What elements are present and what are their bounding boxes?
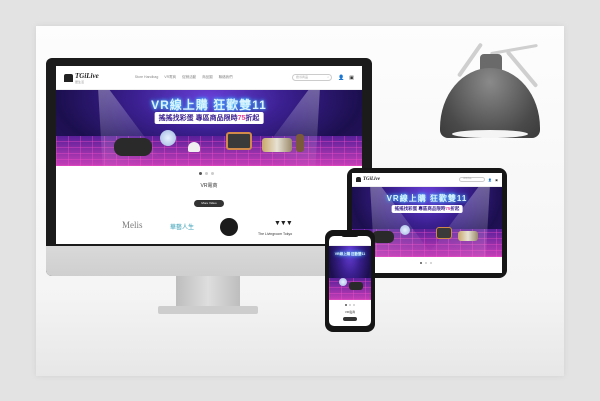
pagination-dot[interactable] bbox=[199, 172, 202, 175]
phone-nav-bar bbox=[329, 236, 371, 246]
phone-more-button[interactable] bbox=[343, 317, 357, 321]
phone-notch bbox=[341, 233, 359, 237]
tablet-banner-subtitle: 搖搖找彩蛋 專區商品限時75折起 bbox=[391, 205, 463, 213]
desk-surface bbox=[36, 300, 564, 376]
product-rice-ball bbox=[188, 142, 200, 152]
menu-item-handbag[interactable]: Store Handbag bbox=[135, 75, 159, 80]
menu-item-contact[interactable]: 聯絡我們 bbox=[219, 75, 233, 80]
section-title: VR電商 bbox=[200, 183, 218, 189]
search-icon[interactable]: ⌕ bbox=[327, 75, 329, 80]
mockup-scene: TGiLive 居生活 Store Handbag VR電商 促銷活動 商品圖 … bbox=[0, 0, 600, 401]
phone-banner-title: VR線上購 狂歡雙11 bbox=[334, 252, 366, 256]
banner-subtitle-text: 搖搖找彩蛋 專區商品限時 bbox=[394, 206, 446, 211]
search-placeholder: 搜尋商品 bbox=[463, 178, 472, 180]
product-duffel-bag bbox=[372, 231, 394, 243]
pagination-dot[interactable] bbox=[205, 172, 208, 175]
more-video-button[interactable]: More Video bbox=[194, 200, 224, 207]
site-nav-bar: TGiLive 居生活 Store Handbag VR電商 促銷活動 商品圖 … bbox=[56, 66, 362, 90]
product-cups bbox=[262, 138, 292, 152]
menu-item-products[interactable]: 商品圖 bbox=[202, 75, 213, 80]
product-bottle bbox=[296, 134, 304, 152]
hero-banner[interactable]: VR線上購 狂歡雙11 搖搖找彩蛋 專區商品限時75折起 bbox=[56, 90, 362, 166]
product-tablet-stand bbox=[226, 132, 252, 150]
product-globe-lamp bbox=[339, 278, 347, 286]
product-cups bbox=[458, 231, 478, 241]
desktop-website-screen: TGiLive 居生活 Store Handbag VR電商 促銷活動 商品圖 … bbox=[56, 66, 362, 244]
brand-logo-huayi[interactable]: 華藝人生 bbox=[170, 222, 194, 231]
pagination-dot[interactable] bbox=[425, 262, 427, 264]
banner-discount: 75 bbox=[237, 115, 246, 122]
brand-logo-circle[interactable] bbox=[220, 218, 238, 236]
pagination-dot[interactable] bbox=[349, 304, 351, 306]
banner-subtitle-text: 搖搖找彩蛋 專區商品限時 bbox=[158, 115, 238, 122]
banner-subtitle-end: 折起 bbox=[245, 115, 260, 122]
product-globe-lamp bbox=[160, 130, 176, 146]
tablet-search-input[interactable]: 搜尋商品 bbox=[459, 177, 486, 182]
product-globe-lamp bbox=[400, 225, 410, 235]
phone-hero-banner[interactable]: VR線上購 狂歡雙11 bbox=[329, 246, 371, 300]
phone-banner-pagination bbox=[345, 304, 355, 306]
site-logo[interactable]: TGiLive 居生活 bbox=[64, 72, 99, 84]
tablet-logo-text: TGiLive bbox=[363, 177, 380, 182]
pagination-dot[interactable] bbox=[420, 262, 422, 264]
tablet-nav-icons: 👤 ▣ bbox=[488, 178, 498, 182]
pagination-dot[interactable] bbox=[211, 172, 214, 175]
menu-item-vr[interactable]: VR電商 bbox=[164, 75, 176, 80]
pagination-dot[interactable] bbox=[345, 304, 347, 306]
banner-title: VR線上購 狂歡雙11 bbox=[151, 98, 267, 112]
nav-icons: 👤 ▣ bbox=[338, 75, 354, 81]
banner-subtitle-end: 折起 bbox=[450, 206, 460, 211]
product-tablet-stand bbox=[436, 227, 452, 239]
search-placeholder: 搜尋商品 bbox=[296, 75, 309, 79]
pagination-dot[interactable] bbox=[353, 304, 355, 306]
lamp-bulb bbox=[452, 130, 528, 138]
user-icon[interactable]: 👤 bbox=[488, 178, 492, 182]
logo-house-icon bbox=[64, 73, 73, 82]
product-duffel-bag bbox=[349, 282, 363, 290]
menu-item-promo[interactable]: 促銷活動 bbox=[182, 75, 196, 80]
tablet-banner-pagination bbox=[420, 262, 432, 264]
brand-logo-livingroom[interactable]: The Livingroom Tokyo bbox=[258, 232, 292, 236]
tablet-nav-bar: TGiLive 搜尋商品 👤 ▣ bbox=[352, 173, 502, 187]
logo-house-icon bbox=[356, 177, 361, 182]
banner-subtitle: 搖搖找彩蛋 專區商品限時75折起 bbox=[154, 112, 264, 124]
brand-logo-triangles: ▼▼▼ bbox=[274, 220, 293, 227]
tablet-logo[interactable]: TGiLive bbox=[356, 177, 380, 182]
logo-text: TGiLive bbox=[75, 71, 99, 80]
pagination-dot[interactable] bbox=[430, 262, 432, 264]
main-menu: Store Handbag VR電商 促銷活動 商品圖 聯絡我們 bbox=[135, 75, 233, 80]
user-icon[interactable]: 👤 bbox=[338, 75, 344, 81]
brand-logo-melis[interactable]: Melis bbox=[122, 220, 143, 230]
logo-subtext: 居生活 bbox=[75, 79, 85, 84]
product-duffel-bag bbox=[114, 138, 152, 156]
phone-section-title: VR電商 bbox=[344, 310, 356, 314]
monitor-chin bbox=[46, 246, 372, 276]
cart-icon[interactable]: ▣ bbox=[349, 75, 354, 81]
banner-pagination bbox=[199, 172, 214, 175]
monitor-stand-neck bbox=[176, 276, 240, 310]
phone-website-screen: VR線上購 狂歡雙11 VR電商 bbox=[329, 236, 371, 326]
cart-icon[interactable]: ▣ bbox=[495, 178, 498, 182]
tablet-banner-title: VR線上購 狂歡雙11 bbox=[386, 194, 468, 203]
search-input[interactable]: 搜尋商品 ⌕ bbox=[292, 74, 333, 81]
monitor-stand-foot bbox=[158, 306, 258, 314]
